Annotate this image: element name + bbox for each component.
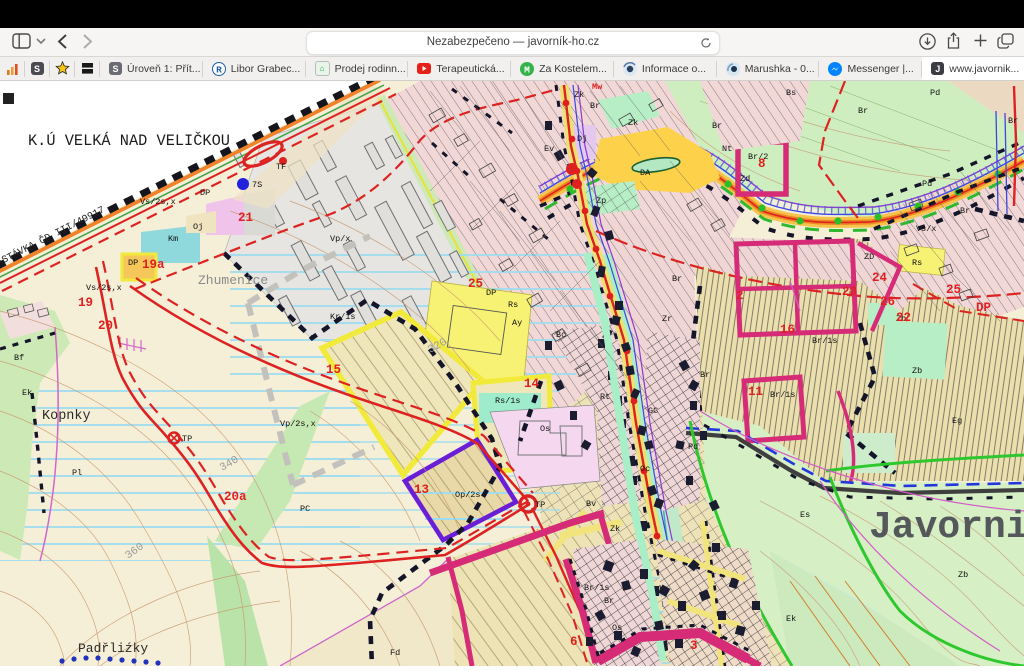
- svg-text:M: M: [524, 64, 530, 75]
- svg-text:Br: Br: [858, 106, 868, 116]
- svg-text:Oj: Oj: [193, 222, 203, 232]
- svg-text:Vs/2s,x: Vs/2s,x: [86, 283, 122, 293]
- svg-text:R: R: [216, 64, 222, 75]
- svg-text:Ek: Ek: [786, 614, 796, 624]
- svg-text:Vp/2s,x: Vp/2s,x: [280, 419, 316, 429]
- svg-text:Os: Os: [612, 623, 622, 633]
- svg-text:26: 26: [880, 295, 895, 309]
- svg-text:2: 2: [736, 289, 744, 303]
- svg-text:Br: Br: [604, 596, 614, 606]
- svg-text:20a: 20a: [224, 490, 247, 504]
- svg-text:16: 16: [780, 323, 795, 337]
- svg-text:Bc: Bc: [556, 330, 566, 340]
- svg-text:Zk: Zk: [574, 90, 584, 100]
- svg-text:22: 22: [896, 311, 911, 325]
- svg-text:Fd: Fd: [390, 648, 400, 658]
- svg-text:Br: Br: [960, 206, 970, 216]
- svg-text:Zd: Zd: [740, 174, 750, 184]
- svg-text:Br: Br: [700, 370, 710, 380]
- svg-text:Nt: Nt: [722, 144, 732, 154]
- svg-text:Br/1s: Br/1s: [812, 336, 838, 346]
- svg-text:Pd: Pd: [930, 88, 940, 98]
- svg-text:3: 3: [690, 639, 698, 653]
- svg-text:15: 15: [326, 363, 341, 377]
- svg-text:DA: DA: [640, 168, 651, 178]
- svg-text:DP: DP: [128, 258, 138, 268]
- svg-text:Zr: Zr: [662, 314, 672, 324]
- svg-text:Pd: Pd: [688, 442, 698, 452]
- svg-text:6: 6: [570, 635, 578, 649]
- svg-text:Oc: Oc: [640, 464, 650, 474]
- svg-text:Zb: Zb: [912, 366, 922, 376]
- svg-text:Mw: Mw: [592, 82, 603, 92]
- svg-text:Op/2s: Op/2s: [455, 490, 481, 500]
- svg-text:Zk: Zk: [628, 118, 638, 128]
- svg-text:11: 11: [748, 385, 763, 399]
- svg-text:13: 13: [414, 483, 429, 497]
- svg-text:28: 28: [842, 285, 857, 299]
- svg-text:K.Ú VELKÁ NAD VELIČKOU: K.Ú VELKÁ NAD VELIČKOU: [28, 132, 230, 150]
- svg-text:Kr/1s: Kr/1s: [330, 312, 356, 322]
- svg-text:Bv: Bv: [586, 499, 596, 509]
- svg-text:PC: PC: [300, 504, 310, 514]
- svg-text:7S: 7S: [252, 180, 262, 190]
- svg-text:TP: TP: [182, 434, 192, 444]
- svg-text:GC: GC: [648, 406, 658, 416]
- svg-text:19a: 19a: [142, 258, 165, 272]
- svg-text:Br: Br: [1008, 116, 1018, 126]
- svg-text:Javorni: Javorni: [869, 506, 1024, 549]
- svg-text:Zb: Zb: [958, 570, 968, 580]
- svg-text:8: 8: [758, 157, 766, 171]
- svg-text:Pd: Pd: [922, 179, 932, 189]
- svg-text:Km: Km: [168, 234, 178, 244]
- svg-text:Eg: Eg: [952, 416, 962, 426]
- svg-text:Pl: Pl: [72, 468, 82, 478]
- svg-text:25: 25: [468, 277, 483, 291]
- svg-text:Zhumenice: Zhumenice: [198, 273, 268, 288]
- svg-text:25: 25: [946, 283, 961, 297]
- svg-text:24: 24: [872, 271, 888, 285]
- svg-text:Zk: Zk: [610, 524, 620, 534]
- svg-text:TP: TP: [535, 500, 545, 510]
- svg-text:Ev: Ev: [544, 144, 554, 154]
- svg-text:Br/1s: Br/1s: [584, 583, 610, 593]
- svg-text:Dj: Dj: [577, 134, 587, 144]
- svg-text:20: 20: [98, 319, 113, 333]
- svg-text:DP: DP: [200, 188, 210, 198]
- svg-text:Es: Es: [800, 510, 810, 520]
- svg-text:DP: DP: [976, 301, 991, 315]
- svg-text:TF: TF: [276, 162, 286, 172]
- svg-text:Bf: Bf: [14, 353, 24, 363]
- svg-text:14: 14: [524, 377, 540, 391]
- svg-text:Br/1s: Br/1s: [770, 390, 796, 400]
- svg-text:Vp/x: Vp/x: [330, 234, 350, 244]
- svg-text:Os: Os: [540, 424, 550, 434]
- svg-text:Rs: Rs: [508, 300, 518, 310]
- svg-text:ZD: ZD: [864, 252, 874, 262]
- svg-text:Zp: Zp: [596, 196, 606, 206]
- svg-text:Ay: Ay: [512, 318, 522, 328]
- svg-text:21: 21: [238, 211, 253, 225]
- svg-text:Br: Br: [712, 121, 722, 131]
- svg-text:Bs: Bs: [786, 88, 796, 98]
- svg-text:Padřliźky: Padřliźky: [78, 641, 148, 656]
- svg-text:Br: Br: [590, 101, 600, 111]
- svg-text:Rt: Rt: [600, 392, 610, 402]
- svg-text:Br: Br: [672, 274, 682, 284]
- svg-text:19: 19: [78, 296, 93, 310]
- svg-text:Ek: Ek: [22, 388, 32, 398]
- svg-text:Kopnky: Kopnky: [42, 409, 91, 424]
- svg-text:Rs: Rs: [912, 258, 922, 268]
- svg-text:Rs/1s: Rs/1s: [495, 396, 521, 406]
- svg-text:DP: DP: [486, 288, 496, 298]
- svg-text:Vs/2s,x: Vs/2s,x: [140, 197, 176, 207]
- svg-text:Vs/x: Vs/x: [916, 224, 936, 234]
